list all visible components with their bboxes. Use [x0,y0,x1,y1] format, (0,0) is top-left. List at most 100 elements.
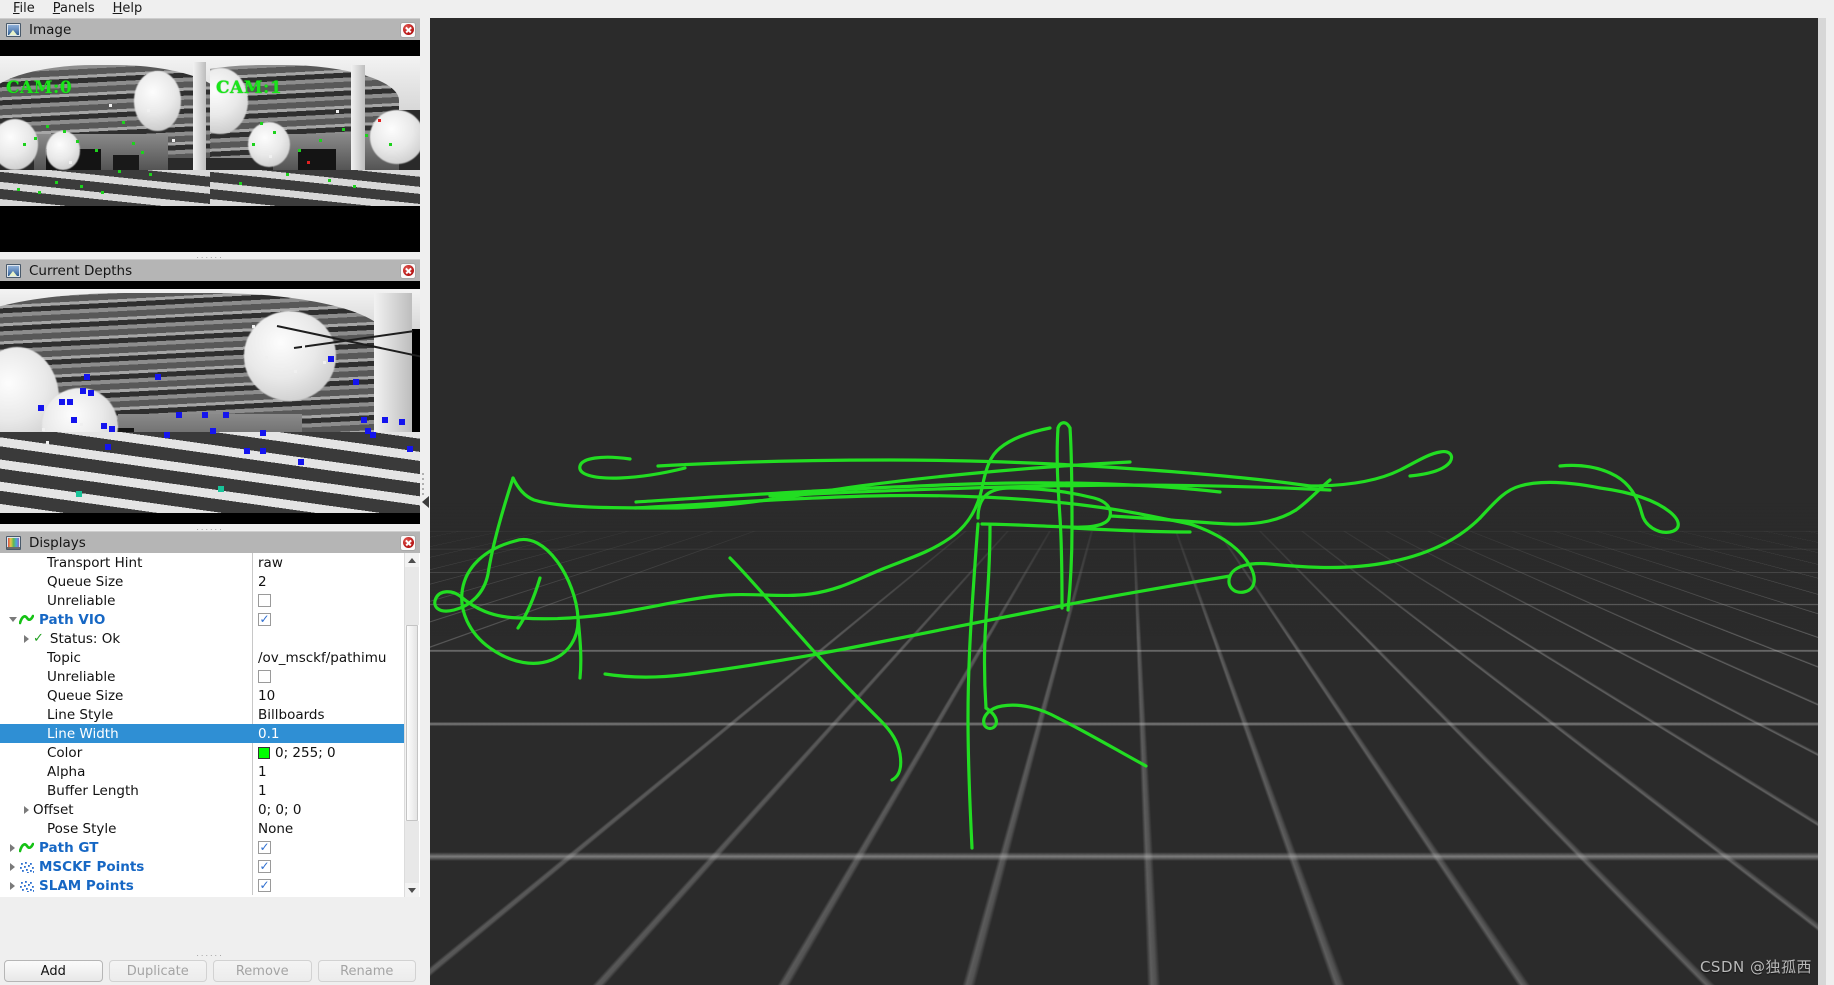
chevron-right-icon[interactable] [6,862,19,871]
property-label: Pose Style [47,820,117,837]
property-row[interactable]: Color 0; 255; 0 [0,743,404,762]
close-icon[interactable] [400,262,416,279]
property-row[interactable]: Pose Style None [0,819,404,838]
menu-item-help[interactable]: Help [104,0,152,18]
property-value: raw [258,554,283,571]
color-swatch[interactable] [258,746,270,759]
property-label: Unreliable [47,668,116,685]
property-name-cell: Transport Hint [0,555,252,571]
property-label: Queue Size [47,687,124,704]
scroll-down-icon[interactable] [405,883,419,897]
property-name-cell: Unreliable [0,593,252,609]
image-panel-icon [6,263,21,278]
panel-resize-grip-1[interactable]: ...... [0,252,420,260]
property-name-cell: Pose Style [0,821,252,837]
property-value-cell[interactable]: 0; 0; 0 [252,800,404,819]
property-row[interactable]: Queue Size 2 [0,572,404,591]
property-value-cell[interactable]: raw [252,553,404,572]
depths-panel-body[interactable] [0,281,420,524]
image-panel-body[interactable]: CAM:0 CAM:1 [0,40,420,252]
add-button[interactable]: Add [4,960,103,982]
rename-button: Rename [317,960,416,982]
property-value-cell[interactable] [252,629,404,648]
property-label: Transport Hint [47,554,143,571]
property-value-cell[interactable] [252,610,404,629]
property-label: SLAM Points [39,877,134,894]
menu-bar: File Panels Help [0,0,1834,18]
property-value-cell[interactable]: Billboards [252,705,404,724]
checkbox-unchecked[interactable] [258,594,271,607]
property-row[interactable]: Line Style Billboards [0,705,404,724]
menu-item-file[interactable]: File [4,0,44,18]
chevron-right-icon[interactable] [6,881,19,890]
checkbox-checked[interactable] [258,879,271,892]
checkbox-checked[interactable] [258,613,271,626]
depths-panel-titlebar[interactable]: Current Depths [0,259,420,281]
panel-resize-grip-3[interactable]: ...... [0,950,420,958]
property-row[interactable]: Alpha 1 [0,762,404,781]
property-value-cell[interactable] [252,838,404,857]
property-label: Color [47,744,83,761]
displays-panel-titlebar[interactable]: Displays [0,531,420,553]
property-tree[interactable]: Transport Hint raw Queue Size 2 Unreliable Pa… [0,553,420,897]
property-value-cell[interactable]: 1 [252,781,404,800]
property-row[interactable]: Queue Size 10 [0,686,404,705]
property-row[interactable]: Line Width 0.1 [0,724,404,743]
property-value-cell[interactable]: 0; 255; 0 [252,743,404,762]
property-row[interactable]: MSCKF Points [0,857,404,876]
property-row[interactable]: Path VIO [0,610,404,629]
checkbox-checked[interactable] [258,860,271,873]
chevron-right-icon[interactable] [20,634,33,643]
scrollbar-thumb[interactable] [406,625,418,821]
collapse-left-arrow-icon[interactable] [421,495,429,508]
points-icon [19,861,34,873]
checkbox-checked[interactable] [258,841,271,854]
property-row[interactable]: Path GT [0,838,404,857]
path-icon [19,842,34,853]
vertical-scrollbar[interactable] [404,553,419,897]
image-panel-titlebar[interactable]: Image [0,18,420,40]
property-label: Buffer Length [47,782,139,799]
property-row[interactable]: Unreliable [0,591,404,610]
property-name-cell: Queue Size [0,574,252,590]
property-label: Path VIO [39,611,106,628]
property-value-cell[interactable]: 10 [252,686,404,705]
close-icon[interactable] [400,534,416,551]
property-value-cell[interactable]: None [252,819,404,838]
property-value-cell[interactable]: /ov_msckf/pathimu [252,648,404,667]
property-row[interactable]: Unreliable [0,667,404,686]
splitter-grip[interactable] [422,473,426,495]
cam1-label: CAM:1 [216,78,283,98]
scroll-up-icon[interactable] [405,553,419,567]
property-value-cell[interactable] [252,667,404,686]
property-value-cell[interactable] [252,591,404,610]
property-row[interactable]: ✓ Status: Ok [0,629,404,648]
3d-render-view[interactable]: CSDN @独孤西 [430,18,1826,985]
displays-panel-icon [6,535,21,550]
property-value: 0; 255; 0 [275,744,336,761]
property-value-cell[interactable]: 1 [252,762,404,781]
property-row[interactable]: Buffer Length 1 [0,781,404,800]
property-row[interactable]: Topic/ov_msckf/pathimu [0,648,404,667]
chevron-down-icon[interactable] [6,617,19,622]
property-value-cell[interactable]: 2 [252,572,404,591]
property-row[interactable]: SLAM Points [0,876,404,895]
property-value-cell[interactable]: 0.1 [252,724,404,743]
chevron-right-icon[interactable] [20,805,33,814]
property-value-cell[interactable] [252,876,404,895]
property-name-cell: Color [0,745,252,761]
checkbox-unchecked[interactable] [258,670,271,683]
chevron-right-icon[interactable] [6,843,19,852]
property-row[interactable]: Offset 0; 0; 0 [0,800,404,819]
remove-button: Remove [213,960,312,982]
render-view-scrollbar[interactable] [1818,18,1826,985]
panel-resize-grip-2[interactable]: ...... [0,524,420,532]
menu-item-panels[interactable]: Panels [44,0,104,18]
dock-splitter[interactable] [420,18,430,985]
close-icon[interactable] [400,21,416,38]
property-label: Topic [47,649,81,666]
property-label: Path GT [39,839,99,856]
property-value-cell[interactable] [252,857,404,876]
property-row[interactable]: Transport Hint raw [0,553,404,572]
displays-button-bar: Add Duplicate Remove Rename [0,957,420,985]
